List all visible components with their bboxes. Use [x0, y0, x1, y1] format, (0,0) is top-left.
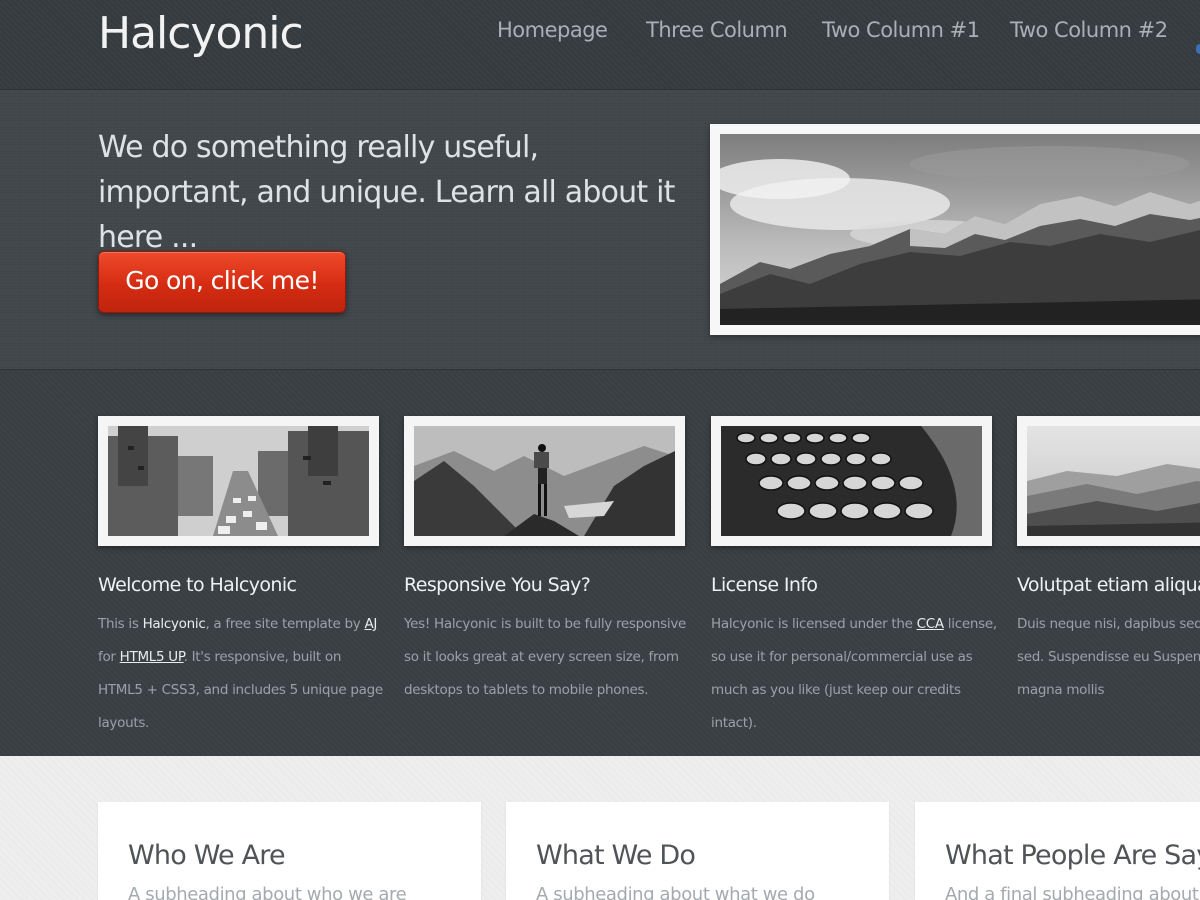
feature-title: License Info — [711, 574, 818, 596]
nav-overflow-indicator — [1196, 44, 1200, 54]
feature-title: Responsive You Say? — [404, 574, 591, 596]
feature-text: This is Halcyonic, a free site template … — [98, 608, 388, 740]
feature-image-frame — [98, 416, 379, 546]
html5up-link[interactable]: HTML5 UP — [120, 649, 184, 665]
feature-welcome: Welcome to Halcyonic This is Halcyonic, … — [98, 416, 388, 740]
strong-text: Halcyonic — [142, 616, 206, 632]
feature-responsive: Responsive You Say? Yes! Halcyonic is bu… — [404, 416, 694, 707]
page: Halcyonic Homepage Three Column Two Colu… — [0, 0, 1200, 900]
card-title: Who We Are — [128, 840, 286, 871]
text-fragment: This is — [98, 616, 143, 632]
card-title: What We Do — [536, 840, 696, 871]
feature-license: License Info Halcyonic is licensed under… — [711, 416, 1001, 740]
banner: We do something really useful, important… — [0, 91, 1200, 370]
feature-volutpat: Volutpat etiam aliquam Duis neque nisi, … — [1017, 416, 1200, 707]
card-what-people-are-saying: What People Are Saying And a final subhe… — [915, 802, 1200, 900]
text-fragment: license, so use it for personal/commerci… — [711, 616, 997, 731]
main-nav: Homepage Three Column Two Column #1 Two … — [0, 18, 1200, 54]
content-section: Who We Are A subheading about who we are… — [0, 756, 1200, 900]
city-traffic-image — [108, 426, 369, 536]
nav-item-three-column[interactable]: Three Column — [646, 18, 788, 42]
feature-image-frame — [1017, 416, 1200, 546]
site-header: Halcyonic Homepage Three Column Two Colu… — [0, 0, 1200, 90]
card-who-we-are: Who We Are A subheading about who we are — [98, 802, 481, 900]
feature-text: Yes! Halcyonic is built to be fully resp… — [404, 616, 687, 698]
card-what-we-do: What We Do A subheading about what we do — [506, 802, 889, 900]
feature-text: Halcyonic is licensed under the CCA lice… — [711, 608, 1001, 740]
banner-tagline: We do something really useful, important… — [98, 130, 675, 255]
hiker-mountain-image — [414, 426, 675, 536]
feature-image-frame — [711, 416, 992, 546]
feature-text: Duis neque nisi, dapibus sed ma accumsan… — [1017, 616, 1200, 698]
feature-image-frame — [404, 416, 685, 546]
valley-hills-image — [1027, 426, 1200, 536]
text-fragment: , a free site template by — [205, 616, 365, 632]
card-title: What People Are Saying — [945, 840, 1200, 871]
features-section: Welcome to Halcyonic This is Halcyonic, … — [0, 371, 1200, 756]
nav-item-two-column-2[interactable]: Two Column #2 — [1010, 18, 1168, 42]
license-link[interactable]: CCA — [917, 616, 945, 632]
author-link[interactable]: AJ — [364, 616, 377, 632]
mountain-range-image — [720, 134, 1200, 325]
cta-button[interactable]: Go on, click me! — [98, 251, 346, 313]
banner-image-frame — [710, 124, 1200, 335]
nav-item-two-column-1[interactable]: Two Column #1 — [822, 18, 980, 42]
typewriter-keys-image — [721, 426, 982, 536]
card-subheading: A subheading about who we are — [128, 884, 407, 900]
feature-title: Welcome to Halcyonic — [98, 574, 297, 596]
card-subheading: And a final subheading about our c — [945, 884, 1200, 900]
text-fragment: Halcyonic is licensed under the — [711, 616, 917, 632]
feature-title: Volutpat etiam aliquam — [1017, 574, 1200, 596]
card-subheading: A subheading about what we do — [536, 884, 815, 900]
nav-item-homepage[interactable]: Homepage — [497, 18, 608, 42]
text-fragment: for — [98, 649, 120, 665]
